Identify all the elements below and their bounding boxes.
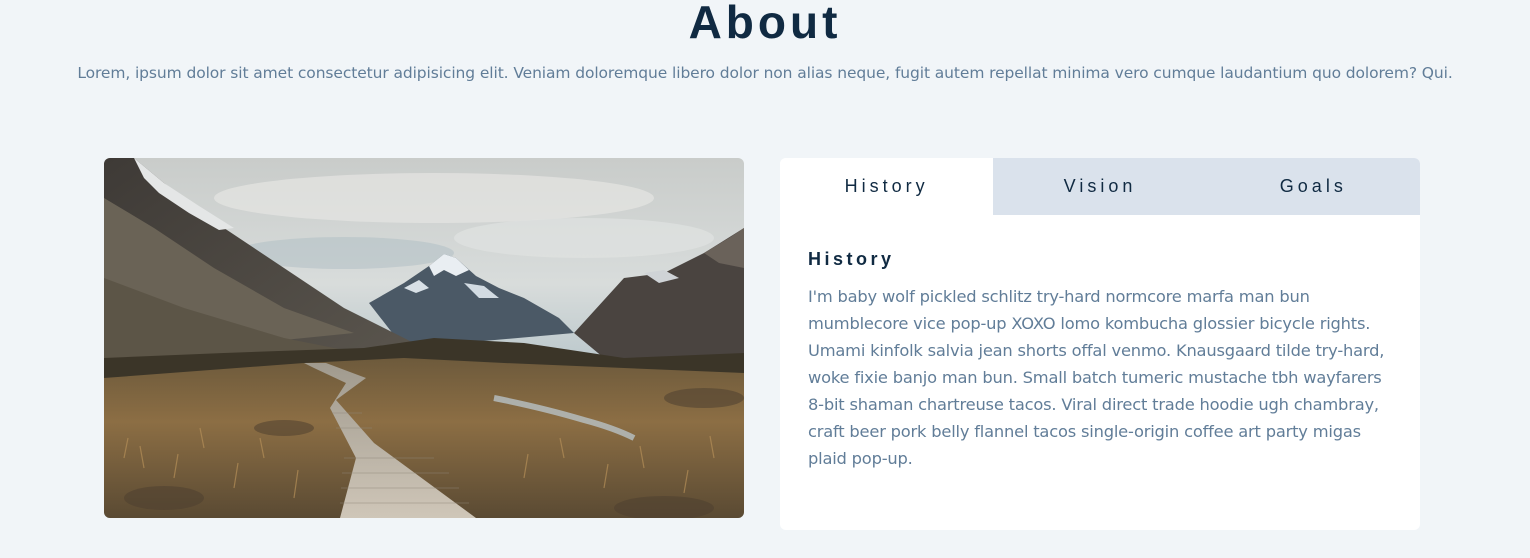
tab-content-heading: History [808, 249, 895, 269]
tab-bar: History Vision Goals [780, 158, 1420, 215]
tab-history[interactable]: History [780, 158, 994, 215]
section-intro: Lorem, ipsum dolor sit amet consectetur … [77, 64, 1453, 82]
section-title: About [688, 0, 842, 48]
tab-vision[interactable]: Vision [993, 158, 1207, 215]
about-tabs-card: History Vision Goals History I'm baby wo… [780, 158, 1420, 530]
tab-goals[interactable]: Goals [1206, 158, 1420, 215]
tab-content-text: I'm baby wolf pickled schlitz try-hard n… [808, 287, 1385, 468]
about-image [104, 158, 744, 518]
tab-content: History I'm baby wolf pickled schlitz tr… [780, 215, 1420, 472]
